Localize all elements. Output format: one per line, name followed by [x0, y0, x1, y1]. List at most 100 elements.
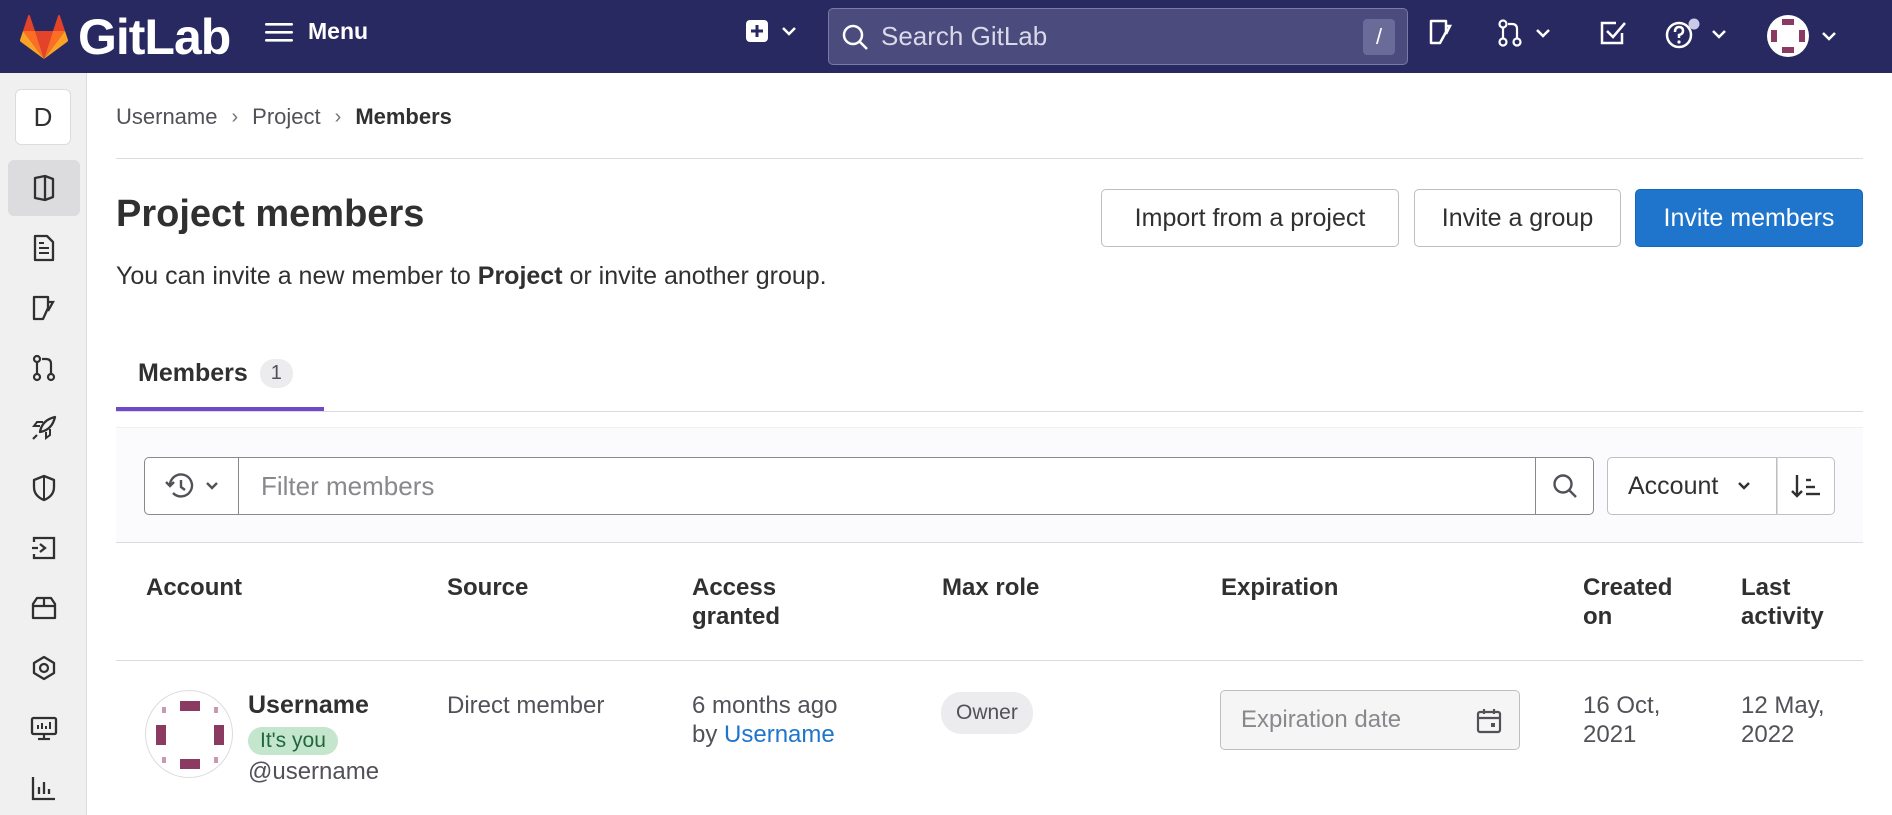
created-on: 16 Oct, 2021: [1583, 692, 1661, 748]
description-project: Project: [477, 262, 563, 290]
identicon-icon: [156, 701, 224, 769]
recent-searches-dropdown[interactable]: [144, 457, 238, 515]
monitor-icon: [30, 716, 58, 741]
project-avatar[interactable]: D: [15, 89, 71, 145]
sidebar-item-issues[interactable]: [8, 280, 80, 336]
chevron-down-icon: [1738, 482, 1751, 490]
sidebar-item-project-overview[interactable]: [8, 160, 80, 216]
tab-members-label: Members: [138, 359, 248, 387]
tab-members[interactable]: Members 1: [116, 340, 324, 411]
import-from-project-button[interactable]: Import from a project: [1101, 189, 1399, 247]
expiration-date-input[interactable]: Expiration date: [1220, 690, 1520, 750]
calendar-icon: [1476, 709, 1502, 734]
package-icon: [31, 596, 57, 620]
filter-members-input[interactable]: Filter members: [238, 457, 1536, 515]
page-title: Project members: [116, 193, 425, 235]
menu-button[interactable]: Menu: [264, 18, 368, 45]
top-navbar: GitLab Menu Search GitLab /: [0, 0, 1892, 73]
member-username: @username: [248, 758, 380, 785]
sidebar-item-merge-requests[interactable]: [8, 340, 80, 396]
page-description: You can invite a new member to Project o…: [116, 262, 827, 291]
sidebar-item-packages[interactable]: [8, 580, 80, 636]
sort-ascending-icon: [1791, 475, 1820, 498]
members-tabs: Members 1: [116, 340, 1863, 412]
todo-checkbox-icon: [1600, 21, 1626, 45]
issues-icon: [32, 295, 55, 321]
plus-square-icon: [746, 20, 768, 42]
column-header-last-activity[interactable]: Last activity: [1741, 573, 1841, 631]
user-avatar-icon: [1767, 15, 1809, 57]
sidebar-item-ci-cd[interactable]: [8, 400, 80, 456]
search-input[interactable]: Search GitLab /: [828, 8, 1408, 65]
project-sidebar: D: [0, 73, 87, 815]
column-header-created-on[interactable]: Created on: [1583, 573, 1703, 631]
sort-direction-button[interactable]: [1777, 457, 1835, 515]
tanuki-icon: [20, 15, 68, 59]
sort-by-label: Account: [1628, 471, 1719, 500]
last-activity: 12 May, 2022: [1741, 692, 1825, 748]
description-suffix: or invite another group.: [562, 262, 827, 290]
menu-label: Menu: [308, 18, 369, 44]
deployments-icon: [32, 536, 56, 560]
help-nav[interactable]: [1664, 18, 1728, 50]
column-header-account[interactable]: Account: [146, 573, 242, 602]
chevron-right-icon: ›: [231, 105, 239, 128]
user-menu[interactable]: [1766, 14, 1838, 58]
member-source: Direct member: [447, 692, 605, 719]
column-header-max-role[interactable]: Max role: [942, 573, 1039, 602]
sidebar-item-security[interactable]: [8, 460, 80, 516]
invite-group-button[interactable]: Invite a group: [1414, 189, 1621, 247]
breadcrumb-user[interactable]: Username: [116, 104, 217, 130]
breadcrumb-members[interactable]: Members: [355, 104, 452, 130]
search-icon: [842, 24, 868, 50]
chevron-down-icon: [782, 27, 796, 36]
chevron-down-icon: [1712, 30, 1726, 39]
issues-nav[interactable]: [1426, 18, 1454, 46]
access-granted-by-prefix: by: [692, 721, 718, 748]
rocket-icon: [32, 415, 57, 440]
avatar[interactable]: [145, 690, 233, 778]
access-granted-time: 6 months ago: [692, 692, 838, 719]
brand-name: GitLab: [78, 9, 231, 65]
expiration-placeholder: Expiration date: [1241, 706, 1402, 733]
max-role-badge: Owner: [941, 692, 1033, 734]
breadcrumb: Username › Project › Members: [116, 104, 452, 130]
access-granted: 6 months ago by Username: [692, 691, 837, 749]
chevron-right-icon: ›: [334, 105, 342, 128]
merge-requests-nav[interactable]: [1496, 18, 1552, 48]
sidebar-item-infrastructure[interactable]: [8, 640, 80, 696]
new-item-dropdown[interactable]: [744, 18, 798, 44]
hamburger-icon: [265, 22, 293, 42]
invite-members-button[interactable]: Invite members: [1635, 189, 1863, 247]
sidebar-item-analytics[interactable]: [8, 760, 80, 815]
search-icon: [1552, 474, 1577, 498]
merge-request-icon: [1498, 19, 1522, 47]
history-icon: [164, 473, 193, 498]
column-header-access-granted[interactable]: Access granted: [692, 573, 812, 631]
chevron-down-icon: [1536, 29, 1550, 38]
gitlab-logo[interactable]: GitLab: [20, 9, 231, 65]
granted-by-link[interactable]: Username: [724, 721, 835, 748]
filter-panel: Filter members Account: [116, 427, 1863, 543]
sidebar-item-repository[interactable]: [8, 220, 80, 276]
its-you-badge: It's you: [248, 727, 338, 755]
search-placeholder: Search GitLab: [881, 21, 1048, 51]
tab-members-count: 1: [259, 359, 293, 388]
cloud-gear-icon: [32, 655, 56, 681]
divider: [116, 660, 1863, 661]
filter-search-button[interactable]: [1536, 457, 1594, 515]
breadcrumb-project[interactable]: Project: [252, 104, 320, 130]
document-icon: [33, 234, 55, 262]
member-name[interactable]: Username: [248, 691, 369, 720]
shield-icon: [32, 474, 56, 502]
sidebar-item-deployments[interactable]: [8, 520, 80, 576]
sort-by-dropdown[interactable]: Account: [1607, 457, 1777, 515]
merge-request-icon: [32, 354, 56, 382]
chevron-down-icon: [1822, 32, 1836, 41]
sidebar-item-monitor[interactable]: [8, 700, 80, 756]
help-icon: [1665, 18, 1700, 49]
chevron-down-icon: [205, 482, 218, 490]
todos-nav[interactable]: [1598, 18, 1628, 48]
description-prefix: You can invite a new member to: [116, 262, 478, 290]
access-granted-by: by Username: [692, 720, 837, 749]
